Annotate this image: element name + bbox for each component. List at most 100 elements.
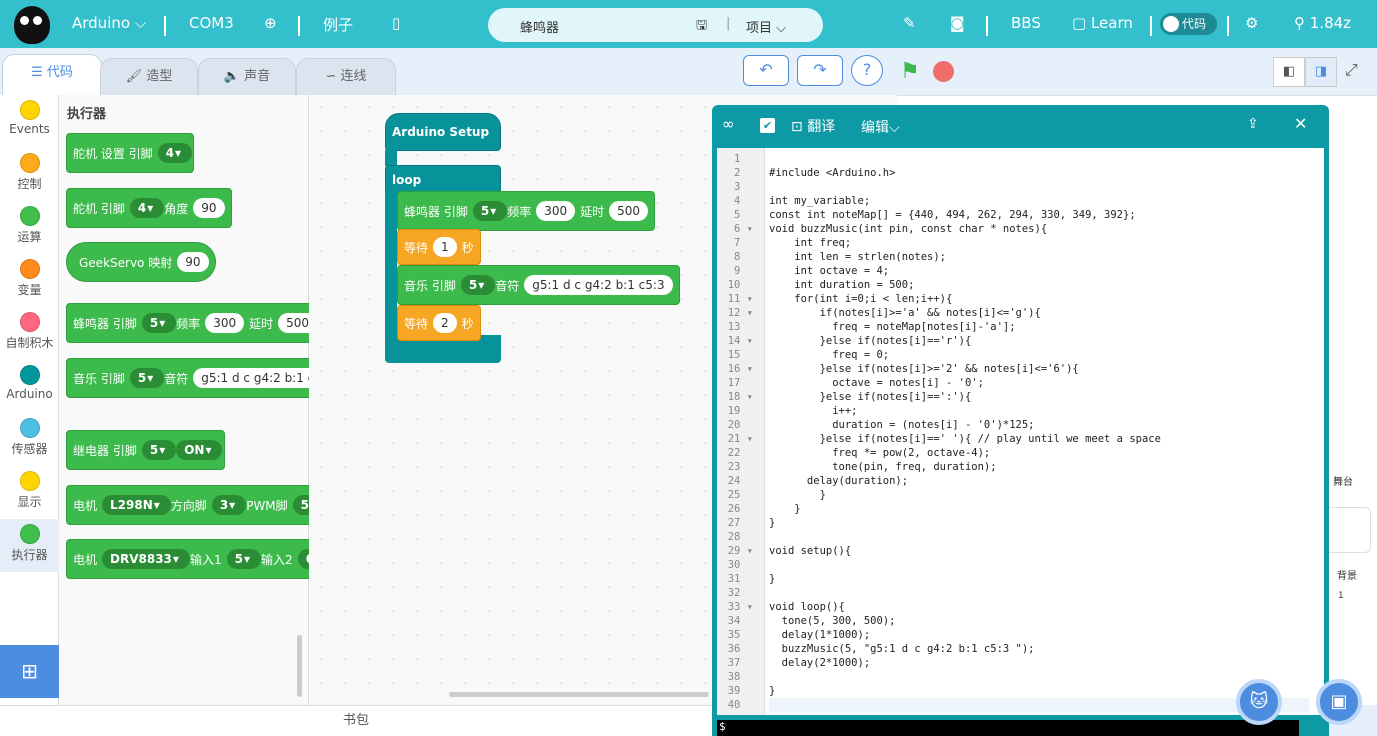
project-menu[interactable]: 项目 ⌵ bbox=[746, 17, 786, 36]
stop-icon[interactable] bbox=[933, 61, 954, 82]
code-block[interactable]: 音乐 引脚 5 ▾ 音符 g5:1 d c g4:2 b:1 c5:3 bbox=[66, 358, 349, 398]
arduino-setup-hat[interactable]: Arduino Setup bbox=[385, 113, 501, 151]
add-backdrop-button[interactable]: ▣ bbox=[1316, 679, 1362, 725]
category-3[interactable]: 变量 bbox=[0, 254, 59, 307]
translate-button[interactable]: ⊡ 翻译 bbox=[791, 116, 835, 136]
code-line[interactable]: }else if(notes[i]>='2' && notes[i]<='6')… bbox=[769, 362, 1079, 376]
category-8[interactable]: 执行器 bbox=[0, 519, 59, 572]
code-line[interactable]: } bbox=[769, 502, 800, 516]
block-input[interactable]: 300 bbox=[205, 313, 245, 333]
backpack-bar[interactable]: 书包 bbox=[0, 705, 712, 736]
auto-sync-checkbox[interactable]: ✔ bbox=[760, 118, 775, 133]
edit-icon[interactable]: ✎ bbox=[903, 14, 916, 32]
code-line[interactable]: int duration = 500; bbox=[769, 278, 914, 292]
category-5[interactable]: Arduino bbox=[0, 360, 59, 413]
add-sprite-button[interactable]: 🐱 bbox=[1236, 679, 1282, 725]
board-select[interactable]: Arduino ⌵ bbox=[72, 14, 146, 32]
code-editor[interactable]: 1 2 #include <Arduino.h> 3 4 int my_varia… bbox=[717, 148, 1324, 715]
code-line[interactable]: } bbox=[769, 516, 775, 530]
undo-button[interactable]: ↶ bbox=[743, 55, 789, 86]
fullscreen-icon[interactable]: ⤢ bbox=[1345, 60, 1358, 80]
tab-sounds[interactable]: 🔈 声音 bbox=[198, 58, 296, 95]
code-line[interactable]: void loop(){ bbox=[769, 600, 845, 614]
code-line[interactable]: } bbox=[769, 684, 775, 698]
add-extension-button[interactable]: ⊞ bbox=[0, 645, 59, 698]
category-4[interactable]: 自制积木 bbox=[0, 307, 59, 360]
chip-icon[interactable]: ▯ bbox=[392, 14, 400, 32]
globe-icon[interactable]: ⊕ bbox=[264, 14, 277, 32]
workspace-scrollbar[interactable] bbox=[449, 692, 709, 697]
redo-button[interactable]: ↷ bbox=[797, 55, 843, 86]
code-line[interactable] bbox=[769, 698, 1309, 712]
block-input[interactable]: 500 bbox=[609, 201, 649, 221]
category-1[interactable]: 控制 bbox=[0, 148, 59, 201]
tab-wiring[interactable]: ∽ 连线 bbox=[296, 58, 396, 95]
help-button[interactable]: ? bbox=[851, 55, 883, 86]
code-line[interactable]: for(int i=0;i < len;i++){ bbox=[769, 292, 952, 306]
code-block[interactable]: 蜂鸣器 引脚 5 ▾ 频率 300 延时 500 bbox=[397, 191, 656, 231]
code-line[interactable]: }else if(notes[i]==':'){ bbox=[769, 390, 972, 404]
category-6[interactable]: 传感器 bbox=[0, 413, 59, 466]
block-input[interactable]: 90 bbox=[193, 198, 225, 218]
camera-icon[interactable]: ◙ bbox=[950, 14, 965, 32]
learn-link[interactable]: ▢ Learn bbox=[1072, 14, 1133, 32]
version-label[interactable]: ⚲ 1.84z bbox=[1294, 14, 1351, 32]
code-line[interactable]: #include <Arduino.h> bbox=[769, 166, 895, 180]
project-name-input[interactable]: 蜂鸣器 bbox=[520, 17, 559, 36]
code-line[interactable]: int my_variable; bbox=[769, 194, 870, 208]
code-line[interactable]: delay(1*1000); bbox=[769, 628, 871, 642]
code-line[interactable]: int octave = 4; bbox=[769, 264, 889, 278]
close-icon[interactable]: ✕ bbox=[1294, 114, 1307, 133]
code-block[interactable]: 音乐 引脚 5 ▾ 音符 g5:1 d c g4:2 b:1 c5:3 bbox=[397, 265, 680, 305]
code-line[interactable]: void buzzMusic(int pin, const char * not… bbox=[769, 222, 1047, 236]
code-line[interactable]: freq = noteMap[notes[i]-'a']; bbox=[769, 320, 1015, 334]
code-line[interactable]: delay(2*1000); bbox=[769, 656, 871, 670]
block-dropdown[interactable]: L298N bbox=[102, 495, 171, 515]
code-line[interactable]: const int noteMap[] = {440, 494, 262, 29… bbox=[769, 208, 1136, 222]
port-select[interactable]: COM3 bbox=[189, 14, 234, 32]
tab-code[interactable]: ☰ 代码 bbox=[2, 54, 102, 95]
green-flag-icon[interactable]: ⚑ bbox=[900, 59, 920, 84]
code-line[interactable]: freq = 0; bbox=[769, 348, 889, 362]
code-line[interactable]: tone(5, 300, 500); bbox=[769, 614, 896, 628]
code-line[interactable]: tone(pin, freq, duration); bbox=[769, 460, 996, 474]
code-block[interactable]: 舵机 设置 引脚 4 ▾ bbox=[66, 133, 195, 173]
edit-menu[interactable]: 编辑⌵ bbox=[861, 117, 900, 137]
block-input[interactable]: g5:1 d c g4:2 b:1 c5:3 bbox=[524, 275, 673, 295]
block-input[interactable]: 90 bbox=[177, 252, 209, 272]
code-line[interactable]: i++; bbox=[769, 404, 857, 418]
code-line[interactable]: freq *= pow(2, octave-4); bbox=[769, 446, 990, 460]
code-line[interactable]: int len = strlen(notes); bbox=[769, 250, 946, 264]
code-line[interactable]: if(notes[i]>='a' && notes[i]<='g'){ bbox=[769, 306, 1041, 320]
code-line[interactable]: int freq; bbox=[769, 236, 851, 250]
block-input[interactable]: 1 bbox=[433, 237, 457, 257]
category-0[interactable]: Events bbox=[0, 95, 59, 148]
code-toggle[interactable]: 代码 bbox=[1160, 13, 1217, 35]
code-line[interactable]: void setup(){ bbox=[769, 544, 851, 558]
category-2[interactable]: 运算 bbox=[0, 201, 59, 254]
gear-icon[interactable]: ⚙ bbox=[1245, 14, 1258, 32]
code-line[interactable]: buzzMusic(5, "g5:1 d c g4:2 b:1 c5:3 "); bbox=[769, 642, 1035, 656]
category-7[interactable]: 显示 bbox=[0, 466, 59, 519]
code-line[interactable]: delay(duration); bbox=[769, 474, 908, 488]
code-block[interactable]: 等待 2 秒 bbox=[397, 305, 481, 341]
code-line[interactable]: duration = (notes[i] - '0')*125; bbox=[769, 418, 1034, 432]
palette-scrollbar[interactable] bbox=[297, 635, 302, 697]
code-line[interactable]: }else if(notes[i]==' '){ // play until w… bbox=[769, 432, 1161, 446]
terminal[interactable]: $ bbox=[717, 720, 1299, 736]
block-dropdown[interactable]: ON bbox=[176, 440, 223, 460]
code-line[interactable]: octave = notes[i] - '0'; bbox=[769, 376, 984, 390]
normal-stage-button[interactable]: ◨ bbox=[1305, 57, 1337, 87]
code-block[interactable]: GeekServo 映射 90 bbox=[66, 242, 216, 282]
small-stage-button[interactable]: ◧ bbox=[1273, 57, 1305, 87]
code-line[interactable]: } bbox=[769, 488, 826, 502]
code-block[interactable]: 等待 1 秒 bbox=[397, 229, 481, 265]
code-block[interactable]: 继电器 引脚 5 ▾ ON ▾ bbox=[66, 430, 225, 470]
upload-icon[interactable]: ⇪ bbox=[1247, 116, 1259, 132]
block-input[interactable]: 300 bbox=[536, 201, 576, 221]
block-input[interactable]: 2 bbox=[433, 313, 457, 333]
code-block[interactable]: 蜂鸣器 引脚 5 ▾ 频率 300 延时 500 bbox=[66, 303, 325, 343]
code-block[interactable]: 舵机 引脚 4 ▾ 角度 90 bbox=[66, 188, 232, 228]
save-icon[interactable]: 🖫 bbox=[696, 16, 707, 38]
tab-costumes[interactable]: 🖌 造型 bbox=[100, 58, 198, 95]
